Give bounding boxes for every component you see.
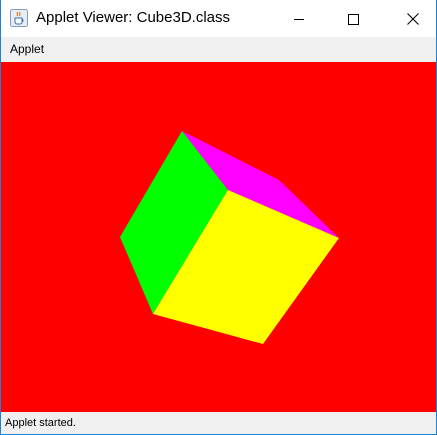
window-title: Applet Viewer: Cube3D.class (36, 9, 230, 26)
status-text: Applet started. (5, 417, 76, 429)
maximize-button[interactable] (330, 0, 376, 37)
menu-bar: Applet (1, 37, 436, 62)
status-bar: Applet started. (1, 412, 436, 434)
close-icon (407, 12, 419, 25)
minimize-icon (294, 18, 304, 20)
minimize-button[interactable] (276, 0, 322, 37)
cube-3d (120, 131, 339, 344)
title-bar[interactable]: Applet Viewer: Cube3D.class (1, 0, 436, 37)
applet-canvas[interactable] (1, 62, 436, 412)
close-button[interactable] (390, 0, 436, 37)
menu-applet[interactable]: Applet (10, 42, 44, 57)
maximize-icon (348, 13, 359, 25)
applet-viewer-window: Applet Viewer: Cube3D.class Applet Apple… (0, 0, 437, 435)
java-cup-icon (10, 9, 28, 27)
